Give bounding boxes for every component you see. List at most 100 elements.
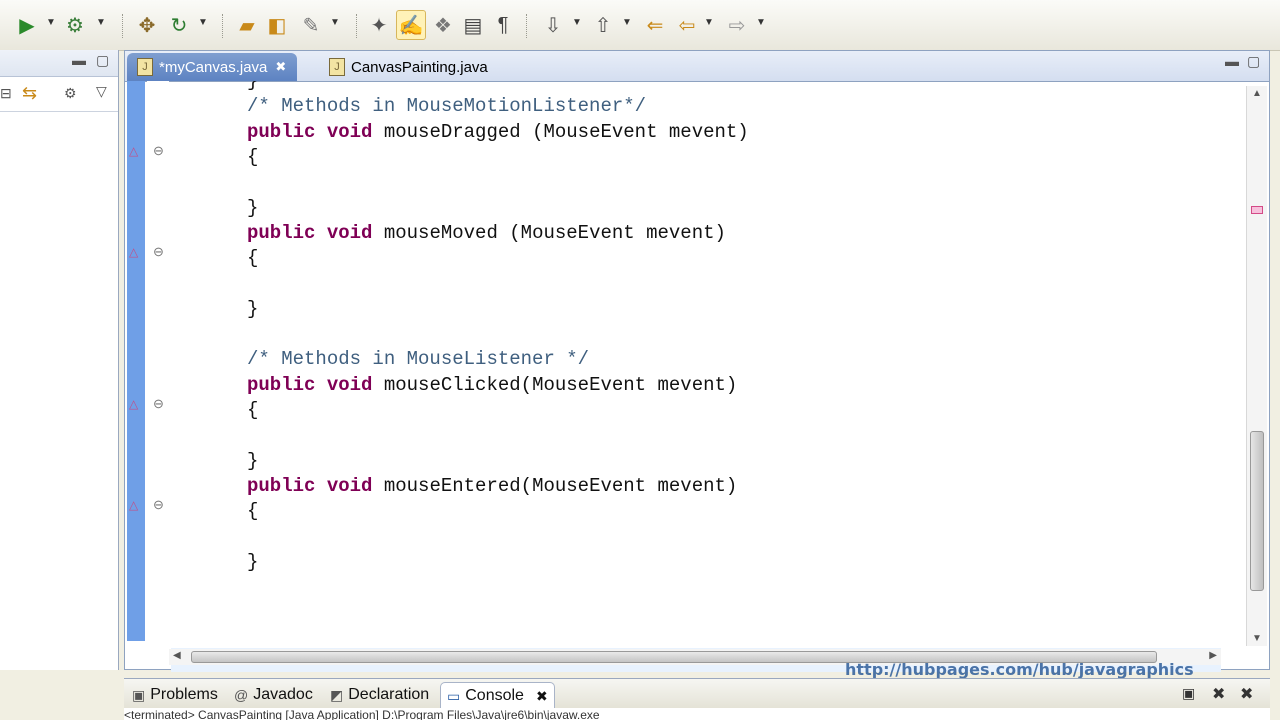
declaration-icon: ◩: [330, 686, 344, 703]
vertical-scrollbar[interactable]: ▲ ▼: [1246, 86, 1267, 646]
code-line[interactable]: }: [247, 196, 258, 221]
tab-problems[interactable]: ▣ Problems: [126, 682, 224, 708]
problems-icon: ▣: [132, 686, 146, 703]
code-line[interactable]: public void mouseMoved (MouseEvent meven…: [247, 221, 726, 246]
prev-annotation-dropdown-icon[interactable]: ▼: [622, 17, 632, 28]
run-icon[interactable]: ▶: [12, 10, 42, 40]
back-dropdown-icon[interactable]: ▼: [704, 17, 714, 28]
code-line[interactable]: public void mouseEntered(MouseEvent meve…: [247, 474, 737, 499]
close-tab-icon[interactable]: ✖: [275, 59, 286, 75]
package-explorer-toolbar: ⊟ ⇆ ⚙ ▽: [0, 77, 118, 112]
java-file-icon: J: [137, 58, 153, 76]
open-type-icon[interactable]: ▰: [232, 10, 262, 40]
prev-annotation-icon[interactable]: ⇧: [588, 10, 618, 40]
tab-declaration[interactable]: ◩ Declaration: [324, 682, 435, 708]
code-area[interactable]: }/* Methods in MouseMotionListener*/publ…: [169, 81, 1229, 641]
code-line[interactable]: public void mouseClicked(MouseEvent meve…: [247, 373, 737, 398]
at-icon: @: [234, 687, 249, 703]
toolbar-separator: [122, 14, 125, 38]
tab-canvaspainting[interactable]: J CanvasPainting.java: [319, 53, 509, 81]
search-dropdown-icon[interactable]: ▼: [330, 17, 340, 28]
tab-label: Console: [465, 687, 524, 704]
java-file-icon: J: [329, 58, 345, 76]
code-line[interactable]: /* Methods in MouseListener */: [247, 347, 589, 372]
remove-launch-icon[interactable]: ✖: [1212, 684, 1225, 704]
coverage-dropdown-icon[interactable]: ▼: [96, 17, 106, 28]
tab-mycanvas[interactable]: J *myCanvas.java ✖: [127, 53, 297, 81]
code-line[interactable]: {: [247, 246, 258, 271]
maximize-editor-icon[interactable]: ▢: [1247, 53, 1260, 70]
code-line[interactable]: /* Methods in MouseMotionListener*/: [247, 94, 646, 119]
build-icon[interactable]: ✥: [132, 10, 162, 40]
fold-toggle-icon[interactable]: ⊖: [153, 396, 164, 412]
code-line[interactable]: }: [247, 81, 258, 94]
highlight-icon[interactable]: ✍: [396, 10, 426, 40]
annotation-icon[interactable]: ✦: [364, 10, 394, 40]
open-resource-icon[interactable]: ◧: [262, 10, 292, 40]
code-line[interactable]: public void mouseDragged (MouseEvent mev…: [247, 120, 749, 145]
watermark-url: http://hubpages.com/hub/javagraphics: [845, 660, 1194, 679]
refresh-icon[interactable]: ↻: [164, 10, 194, 40]
view-dropdown-icon[interactable]: ▽: [96, 83, 107, 100]
collapse-all-icon[interactable]: ⊟: [0, 85, 12, 102]
code-line[interactable]: {: [247, 145, 258, 170]
toolbar-separator: [222, 14, 225, 38]
run-dropdown-icon[interactable]: ▼: [46, 17, 56, 28]
scroll-down-icon[interactable]: ▼: [1252, 633, 1262, 644]
code-line[interactable]: {: [247, 499, 258, 524]
scroll-left-icon[interactable]: ◀: [173, 650, 181, 661]
override-marker-icon[interactable]: △: [129, 498, 138, 512]
console-icon: ▭: [447, 687, 461, 704]
fold-toggle-icon[interactable]: ⊖: [153, 244, 164, 260]
minimize-icon[interactable]: ▬: [72, 52, 86, 68]
override-marker-icon[interactable]: △: [129, 397, 138, 411]
forward-icon[interactable]: ⇨: [722, 10, 752, 40]
code-line[interactable]: }: [247, 297, 258, 322]
search-icon[interactable]: ✎: [296, 10, 326, 40]
view-menu-icon[interactable]: ⚙: [64, 85, 77, 102]
scroll-right-icon[interactable]: ▶: [1209, 650, 1217, 661]
forward-dropdown-icon[interactable]: ▼: [756, 17, 766, 28]
code-line[interactable]: }: [247, 449, 258, 474]
tab-label: Problems: [150, 686, 218, 703]
maximize-icon[interactable]: ▢: [96, 52, 109, 69]
close-tab-icon[interactable]: ✖: [536, 688, 548, 705]
toggle-icon[interactable]: ▤: [458, 10, 488, 40]
annotation-ruler: [127, 81, 145, 641]
new-dropdown-icon[interactable]: ▼: [198, 17, 208, 28]
override-marker-icon[interactable]: △: [129, 245, 138, 259]
next-annotation-icon[interactable]: ⇩: [538, 10, 568, 40]
coverage-icon[interactable]: ⚙: [60, 10, 90, 40]
code-line[interactable]: {: [247, 398, 258, 423]
toolbar-separator: [526, 14, 529, 38]
tab-console[interactable]: ▭ Console ✖: [440, 682, 555, 709]
package-explorer-pane: ▬ ▢ ⊟ ⇆ ⚙ ▽: [0, 50, 119, 670]
tab-label: *myCanvas.java: [159, 58, 268, 76]
bottom-panel-tabs: ▣ Problems @ Javadoc ◩ Declaration ▭ Con…: [124, 678, 1270, 709]
remove-all-icon[interactable]: ✖: [1240, 684, 1253, 704]
next-annotation-dropdown-icon[interactable]: ▼: [572, 17, 582, 28]
vertical-scroll-thumb[interactable]: [1250, 431, 1264, 591]
back-icon[interactable]: ⇦: [672, 10, 702, 40]
terminate-icon[interactable]: ▣: [1182, 685, 1195, 702]
java-editor: J *myCanvas.java ✖ J CanvasPainting.java…: [124, 50, 1270, 672]
last-edit-icon[interactable]: ⇐: [640, 10, 670, 40]
fold-toggle-icon[interactable]: ⊖: [153, 497, 164, 513]
tab-label: CanvasPainting.java: [351, 58, 488, 76]
tab-javadoc[interactable]: @ Javadoc: [228, 682, 319, 708]
code-line[interactable]: }: [247, 550, 258, 575]
tab-label: Declaration: [348, 686, 430, 703]
link-editor-icon[interactable]: ⇆: [22, 83, 37, 104]
scroll-up-icon[interactable]: ▲: [1252, 88, 1262, 99]
overview-marker[interactable]: [1251, 206, 1263, 214]
folding-ruler: [147, 81, 169, 641]
breadcrumb-icon[interactable]: ❖: [428, 10, 458, 40]
pilcrow-icon[interactable]: ¶: [488, 10, 518, 40]
package-explorer-header: ▬ ▢: [0, 50, 118, 77]
fold-toggle-icon[interactable]: ⊖: [153, 143, 164, 159]
override-marker-icon[interactable]: △: [129, 144, 138, 158]
console-status-line: <terminated> CanvasPainting [Java Applic…: [124, 708, 1270, 720]
minimize-editor-icon[interactable]: ▬: [1225, 53, 1239, 69]
main-toolbar: ▶ ▼ ⚙ ▼ ✥ ↻ ▼ ▰ ◧ ✎ ▼ ✦ ✍ ❖ ▤ ¶ ⇩ ▼ ⇧ ▼ …: [0, 0, 1280, 51]
tab-label: Javadoc: [253, 686, 313, 703]
